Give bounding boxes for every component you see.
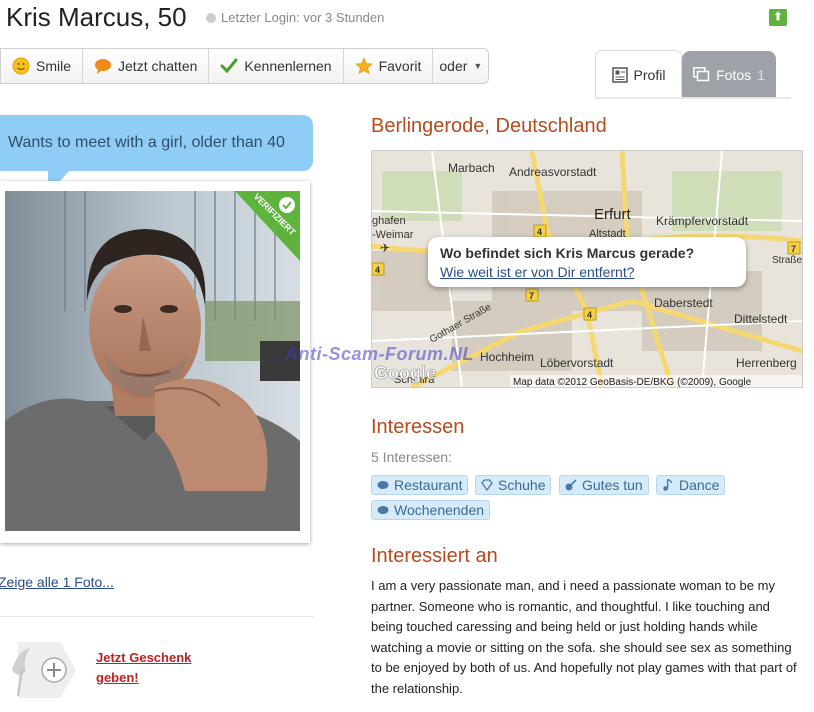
photos-icon <box>693 67 710 82</box>
profile-card-icon <box>611 67 628 83</box>
map-label-8: Daberstedt <box>654 296 713 310</box>
map-label-2: Andreasvorstadt <box>509 165 597 179</box>
music-note-icon <box>663 479 673 491</box>
interest-tag-good-deeds[interactable]: Gutes tun <box>559 475 649 495</box>
map-label-13: Herrenberg <box>736 356 797 370</box>
interests-heading: Interessen <box>371 416 465 438</box>
distance-link[interactable]: Wie weit ist er von Dir entfernt? <box>440 264 635 280</box>
interest-tag-label: Restaurant <box>394 477 463 493</box>
upload-icon[interactable]: ⬆ <box>769 9 787 26</box>
tab-underline <box>595 97 791 99</box>
interest-tag-label: Gutes tun <box>582 477 643 493</box>
favorite-label: Favorit <box>378 58 422 74</box>
tab-profil-label: Profil <box>633 67 666 83</box>
google-logo: Google <box>374 363 436 383</box>
plate-icon <box>377 481 389 489</box>
meet-button[interactable]: Kennenlernen <box>209 49 344 83</box>
watermark-text: Anti-Scam-Forum.NL <box>285 344 474 364</box>
map-popup-title: Wo befindet sich Kris Marcus gerade? <box>440 245 695 261</box>
interest-tag-label: Dance <box>679 477 720 493</box>
profile-photo[interactable]: VERIFIZIERT <box>5 191 300 531</box>
interest-tag-shoes[interactable]: Schuhe <box>475 475 552 495</box>
road-number-2: 4 <box>587 310 592 320</box>
interest-tag-dance[interactable]: Dance <box>656 475 726 495</box>
road-number-3: 7 <box>529 291 534 301</box>
smile-label: Smile <box>36 58 72 74</box>
star-icon <box>354 57 373 75</box>
chat-bubble-icon <box>95 59 112 74</box>
interested-in-text: I am a very passionate man, and i need a… <box>371 578 797 696</box>
more-label: oder <box>439 58 468 74</box>
map-label-15: Straße <box>772 255 802 266</box>
interest-tag-weekends[interactable]: Wochenenden <box>371 500 491 520</box>
map-label-1: Marbach <box>448 161 495 175</box>
gift-line-1: Jetzt Geschenk <box>96 650 192 665</box>
gift-line-2: geben! <box>96 670 139 685</box>
gift-icon[interactable] <box>0 630 80 700</box>
location-heading: Berlingerode, Deutschland <box>371 115 607 137</box>
road-number-4: 7 <box>791 244 796 254</box>
left-divider <box>0 616 314 617</box>
action-toolbar: Smile Jetzt chatten Kennenlernen Favorit… <box>0 48 490 84</box>
interests-count: 5 Interessen: <box>371 449 452 465</box>
chat-label: Jetzt chatten <box>118 58 198 74</box>
chat-button[interactable]: Jetzt chatten <box>83 49 210 83</box>
map-label-6: ghafen <box>372 215 406 227</box>
map-label-3: Erfurt <box>594 206 632 223</box>
interest-tag-label: Schuhe <box>498 477 546 493</box>
last-login-text: Letzter Login: vor 3 Stunden <box>221 10 385 25</box>
offline-status-icon <box>206 12 216 23</box>
meet-label: Kennenlernen <box>244 58 332 74</box>
interested-in-heading: Interessiert an <box>371 545 498 567</box>
profile-photo-image: VERIFIZIERT <box>5 191 300 531</box>
map-popup: Wo befindet sich Kris Marcus gerade? Wie… <box>428 237 746 287</box>
map-attribution: Map data ©2012 GeoBasis-DE/BKG (©2009), … <box>513 377 752 387</box>
diamond-icon <box>481 479 493 491</box>
chevron-down-icon: ▼ <box>473 61 483 71</box>
tab-fotos-label: Fotos <box>716 66 752 83</box>
interest-tag-label: Wochenenden <box>394 502 485 518</box>
profile-name-age: Kris Marcus, 50 <box>6 2 187 32</box>
map-label-5: Krämpfervorstadt <box>656 214 749 228</box>
smile-button[interactable]: Smile <box>1 49 84 83</box>
airport-icon: ✈ <box>380 241 390 255</box>
road-number-1: 4 <box>537 227 542 237</box>
last-login-status: Letzter Login: vor 3 Stunden <box>206 10 384 25</box>
road-number-5: 4 <box>375 265 380 275</box>
send-gift-link[interactable]: Jetzt Geschenk geben! <box>96 648 191 688</box>
more-dropdown[interactable]: oder ▼ <box>433 49 488 83</box>
checkmark-icon <box>220 58 238 74</box>
interest-tag-restaurant[interactable]: Restaurant <box>371 475 469 495</box>
map-label-7: -Weimar <box>372 229 414 241</box>
guitar-icon <box>565 479 577 491</box>
favorite-button[interactable]: Favorit <box>344 49 434 83</box>
map-label-12: Löbervorstadt <box>540 356 614 370</box>
tab-fotos[interactable]: Fotos 1 <box>682 51 776 98</box>
all-photos-link[interactable]: Zeige alle 1 Foto... <box>0 574 114 590</box>
headline-bubble: Wants to meet with a girl, older than 40 <box>0 115 313 171</box>
map-label-11: Hochheim <box>480 350 534 364</box>
tab-profil[interactable]: Profil <box>595 50 682 99</box>
map-label-9: Dittelstedt <box>734 312 788 326</box>
tab-fotos-count: 1 <box>757 66 765 83</box>
plate-icon <box>377 506 389 514</box>
smiley-icon <box>12 57 30 75</box>
